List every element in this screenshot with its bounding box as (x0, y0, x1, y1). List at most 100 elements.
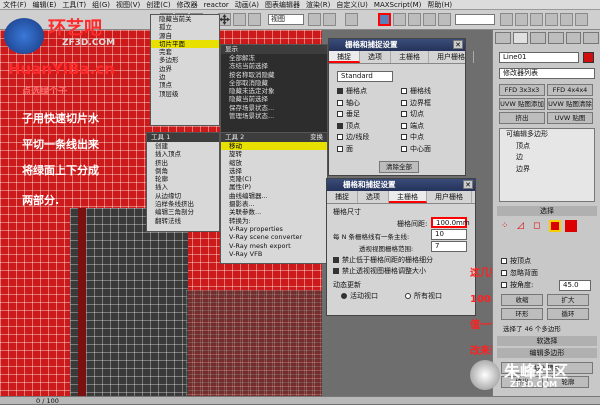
display-tab-icon[interactable] (565, 32, 582, 44)
grid-spacing-input[interactable]: 100.0mm (431, 217, 470, 228)
checkbox[interactable] (401, 134, 407, 140)
quad-menu-item[interactable]: 从边缘切 (147, 192, 219, 200)
quad-menu-item[interactable]: 保存场景状态... (221, 104, 327, 112)
snap-row[interactable]: 栅格线 (401, 86, 461, 98)
quad-menu-item[interactable]: 翻转法线 (147, 217, 219, 225)
snap-row[interactable]: 中点 (401, 132, 461, 144)
pivot-icon[interactable] (308, 13, 321, 26)
uvw-clear-button[interactable]: UVW 贴图清除 (547, 98, 593, 110)
object-name-input[interactable]: Line01 (499, 52, 579, 63)
quad-menu-item[interactable]: 按名称取消隐藏 (221, 71, 327, 79)
quad-menu-item[interactable]: 孤立 (151, 23, 219, 31)
radio[interactable] (405, 293, 411, 299)
tab-user-grids[interactable]: 用户栅格 (429, 51, 474, 63)
quad-menu-item[interactable]: 克隆(C) (221, 175, 327, 183)
clear-all-button[interactable]: 清除全部 (379, 161, 419, 173)
quad-menu-item[interactable]: V-Ray VFB (221, 250, 327, 258)
checkbox[interactable] (333, 257, 339, 263)
checkbox[interactable] (401, 111, 407, 117)
checkbox[interactable] (501, 270, 507, 276)
snap-row[interactable]: 边界框 (401, 98, 461, 110)
checkbox[interactable] (337, 99, 343, 106)
menu-edit[interactable]: 编辑(E) (30, 0, 60, 10)
create-tab-icon[interactable] (495, 32, 511, 44)
uvw-add-button[interactable]: UVW 贴图添加 (499, 98, 545, 110)
checkbox[interactable] (337, 145, 343, 152)
quad-menu-item[interactable]: 隐藏当前选择 (221, 95, 327, 103)
edit-polygons-rollout-header[interactable]: 编辑多边形 (497, 348, 597, 358)
tab-user-grids[interactable]: 用户栅格 (427, 191, 472, 203)
select-manipulate-icon[interactable] (323, 13, 336, 26)
quad-menu-item[interactable]: 编辑三角剖分 (147, 208, 219, 216)
quad-menu-item[interactable]: 挤出 (147, 159, 219, 167)
close-icon[interactable]: ✕ (453, 40, 463, 49)
utilities-tab-icon[interactable] (583, 32, 600, 44)
quad-menu-item[interactable]: 沿样条线挤出 (147, 200, 219, 208)
selection-rollout-header[interactable]: 选择 (497, 206, 597, 216)
shrink-button[interactable]: 收缩 (501, 294, 543, 306)
quad-menu-item[interactable]: 选择 (221, 167, 327, 175)
quad-menu-item[interactable]: 完套 (151, 48, 219, 56)
snap-row[interactable]: 边/线段 (337, 132, 397, 144)
angle-input[interactable]: 45.0 (559, 280, 591, 291)
border-mode-icon[interactable]: ◻ (533, 220, 545, 232)
radio-all-viewports[interactable]: 所有视口 (405, 291, 442, 303)
quad-menu-item[interactable]: 轮廓 (147, 175, 219, 183)
grow-button[interactable]: 扩大 (547, 294, 589, 306)
quad-menu-item[interactable]: 创建 (147, 142, 219, 150)
menu-animation[interactable]: 动画(A) (232, 0, 262, 10)
menu-maxscript[interactable]: MAXScript(M) (371, 1, 424, 9)
checkbox[interactable] (337, 111, 343, 117)
named-selection-sets[interactable] (455, 14, 495, 25)
quad-menu-item[interactable]: 源自 (151, 32, 219, 40)
stack-root[interactable]: 可编辑多边形 (500, 129, 594, 141)
inhibit-subdivision-row[interactable]: 禁止低于栅格间距的栅格细分 (333, 255, 433, 267)
vertex-mode-icon[interactable]: ⁘ (501, 220, 513, 232)
quad-menu-item[interactable]: 隐藏未选定对象 (221, 87, 327, 95)
stack-item[interactable]: 顶点 (500, 141, 594, 153)
curve-editor-icon[interactable] (545, 13, 558, 26)
menu-tools[interactable]: 工具(T) (59, 0, 89, 10)
stack-item[interactable]: 边 (500, 152, 594, 164)
keyboard-shortcut-icon[interactable] (345, 13, 358, 26)
checkbox[interactable] (501, 258, 507, 264)
ffd-4x4x4-button[interactable]: FFD 4x4x4 (547, 84, 593, 96)
snap-row[interactable]: 切点 (401, 109, 461, 121)
tab-home-grid[interactable]: 主栅格 (391, 51, 429, 63)
menu-reactor[interactable]: reactor (201, 1, 232, 9)
close-icon[interactable]: ✕ (463, 180, 473, 189)
quad-menu-item[interactable]: 摄影表... (221, 200, 327, 208)
by-angle-row[interactable]: 按角度: (501, 280, 533, 292)
percent-snap-icon[interactable] (408, 13, 421, 26)
snap-row[interactable]: 顶点 (337, 121, 397, 133)
quad-menu-item[interactable]: V-Ray mesh export (221, 242, 327, 250)
object-color-swatch[interactable] (583, 52, 594, 63)
quad-menu-item[interactable]: 隐藏当前关 (151, 15, 219, 23)
named-selection-icon[interactable] (438, 13, 451, 26)
spinner-snap-icon[interactable] (423, 13, 436, 26)
ring-button[interactable]: 环形 (501, 308, 543, 320)
tab-options[interactable]: 选项 (358, 191, 389, 203)
quad-menu-item[interactable]: 关联参数... (221, 208, 327, 216)
snap-row[interactable]: 端点 (401, 121, 461, 133)
snap-row[interactable]: 栅格点 (337, 86, 397, 98)
quad-menu-item[interactable]: 边界 (151, 65, 219, 73)
tab-snaps[interactable]: 捕捉 (327, 191, 358, 203)
snap-row[interactable]: 中心面 (401, 144, 461, 156)
ffd-3x3x3-button[interactable]: FFD 3x3x3 (499, 84, 545, 96)
snap-toggle-icon[interactable] (378, 13, 391, 26)
mirror-icon[interactable] (500, 13, 513, 26)
reference-coordinate-dropdown[interactable]: 视图 (268, 14, 304, 25)
quad-menu-item[interactable]: 插入 (147, 183, 219, 191)
menu-create[interactable]: 创建(C) (143, 0, 173, 10)
quad-menu-item[interactable]: 冻结当前选择 (221, 62, 327, 70)
menu-graph-editors[interactable]: 图表编辑器 (262, 0, 303, 10)
tab-options[interactable]: 选项 (360, 51, 391, 63)
quad-menu-item[interactable]: 全部解冻 (221, 54, 327, 62)
modifier-list-dropdown[interactable]: 修改器列表 (499, 68, 595, 79)
menu-file[interactable]: 文件(F) (0, 0, 30, 10)
radio[interactable] (341, 293, 347, 299)
material-editor-icon[interactable] (560, 13, 573, 26)
quad-menu-item[interactable]: 边 (151, 73, 219, 81)
render-setup-icon[interactable] (575, 13, 588, 26)
